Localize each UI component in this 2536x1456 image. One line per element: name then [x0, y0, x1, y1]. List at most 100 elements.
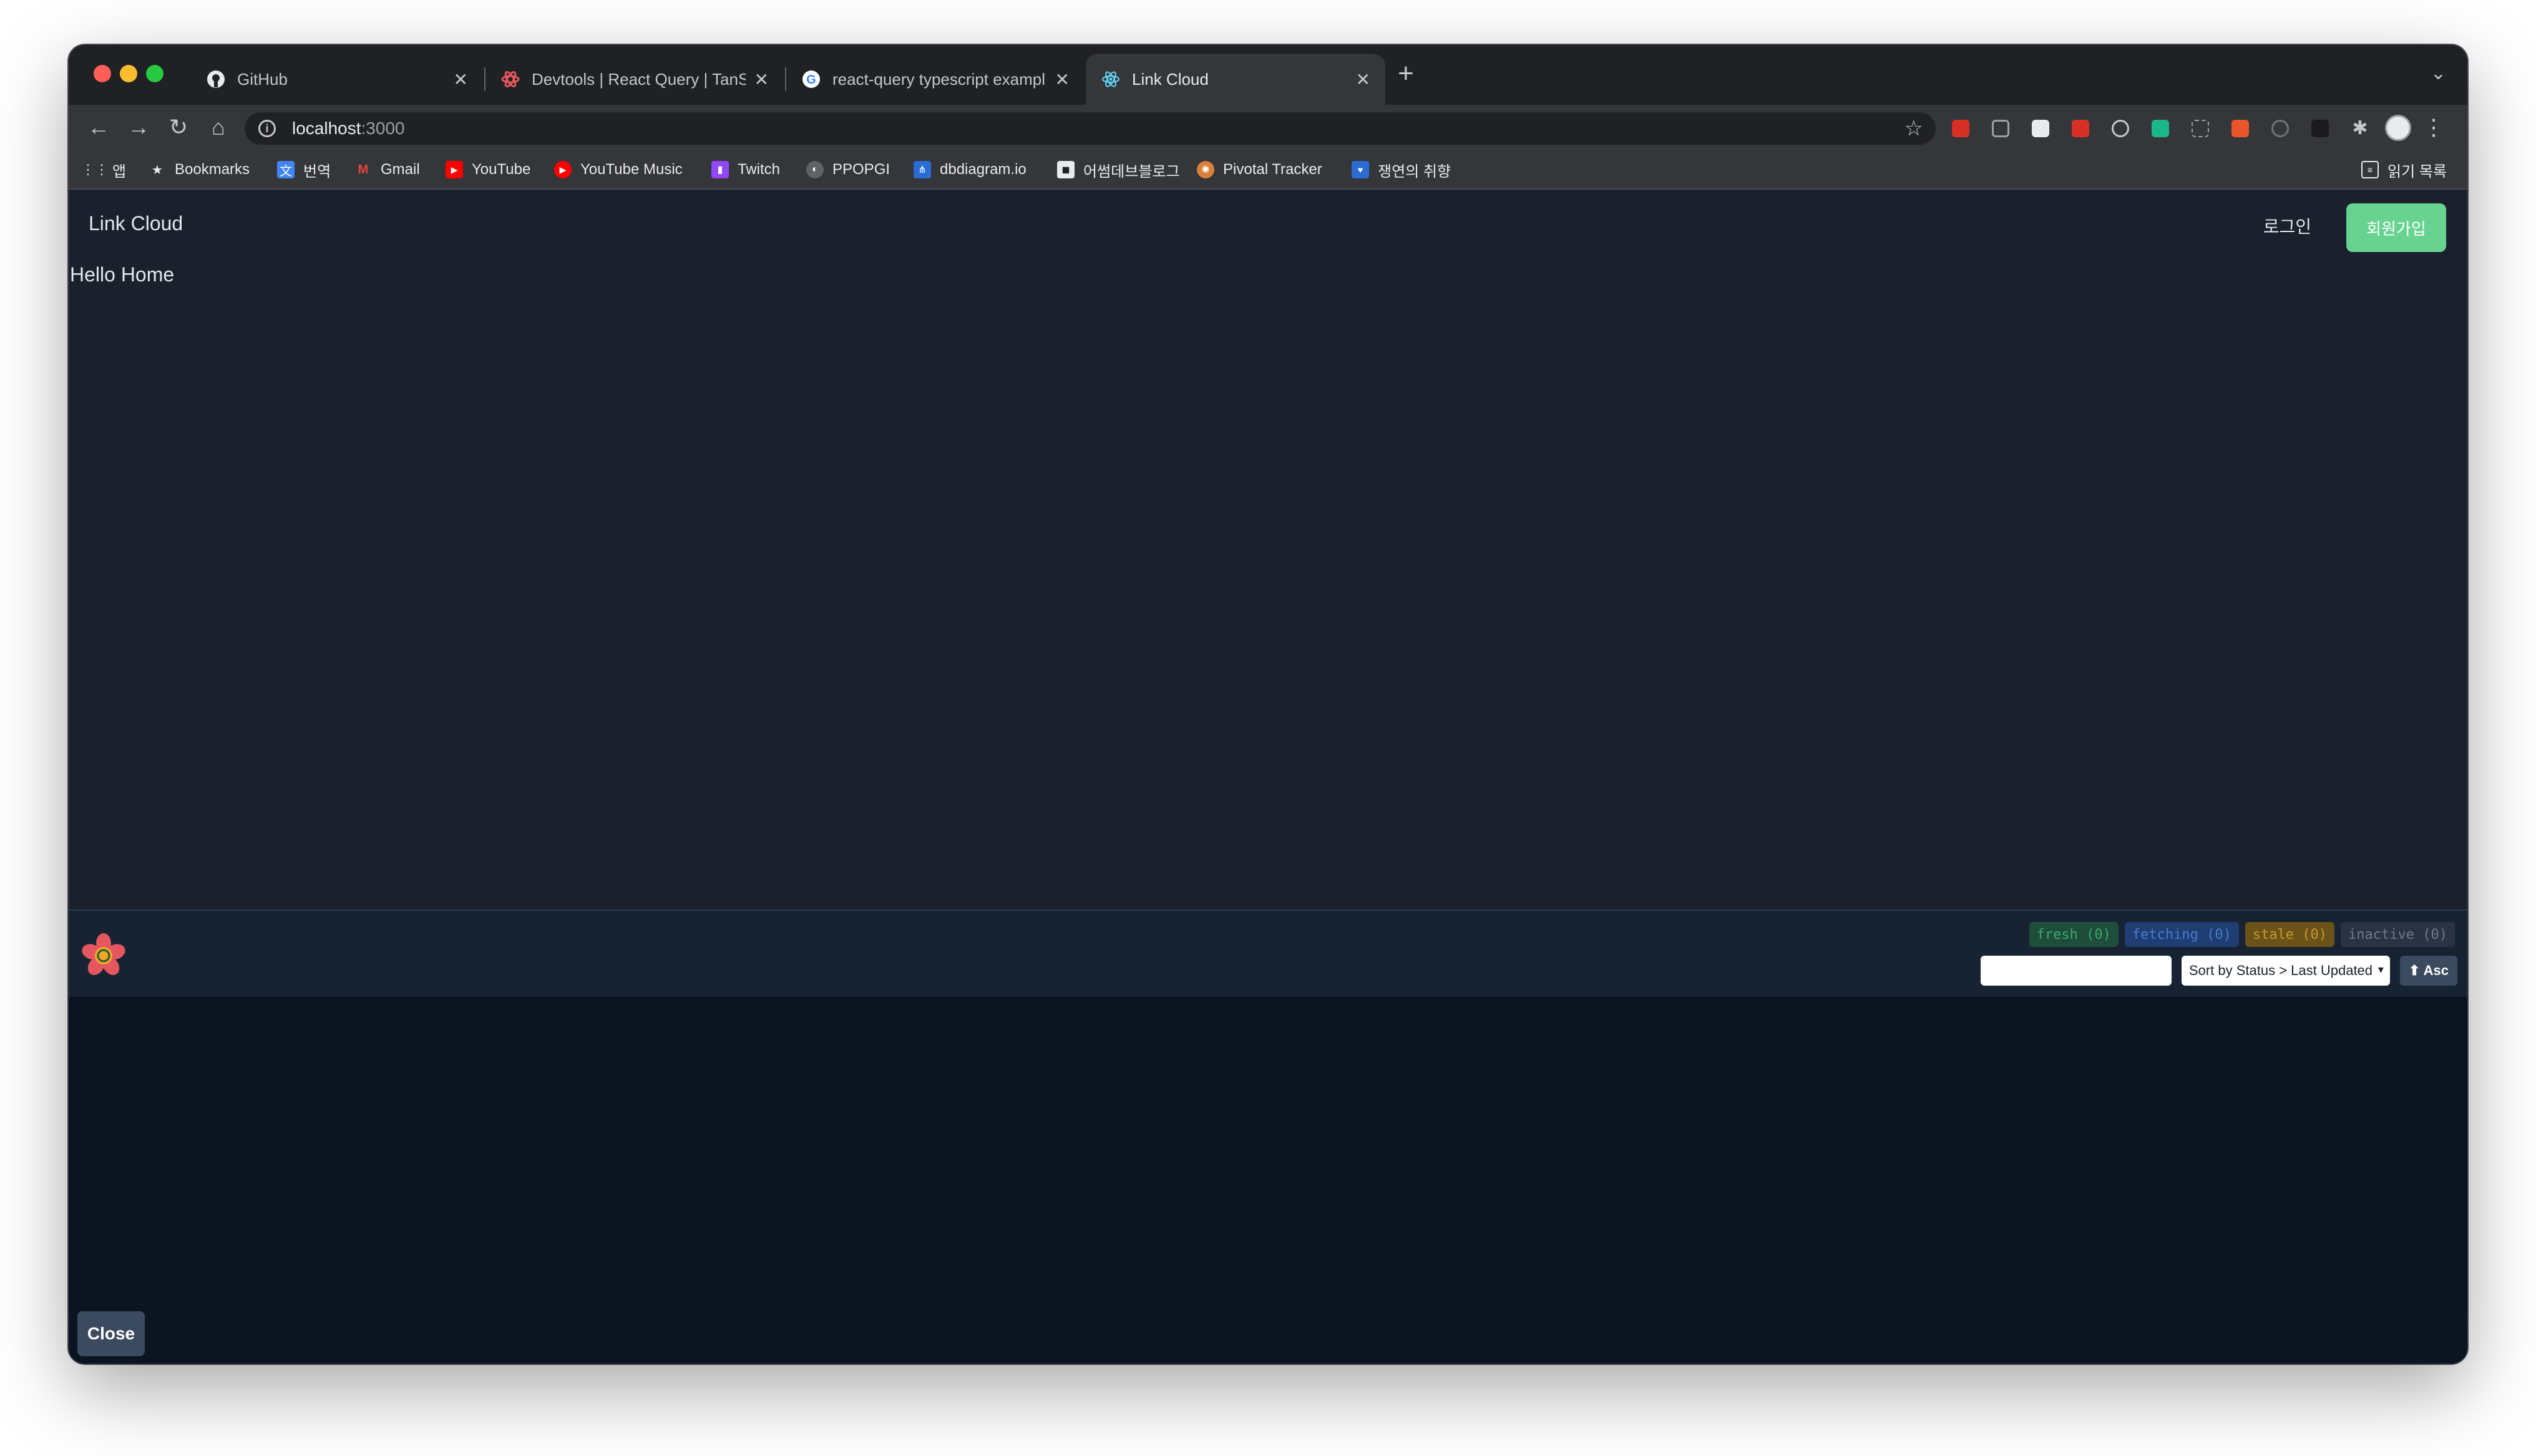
target-extension-icon[interactable]: [2112, 120, 2129, 137]
robot-extension-icon[interactable]: [2152, 120, 2169, 137]
fetching-count-badge: fetching (0): [2124, 922, 2239, 947]
browser-toolbar: ← → ↻ ⌂ i localhost:3000 ☆ ✱ ⋮: [69, 105, 2467, 151]
chevron-down-icon: ▾: [2378, 963, 2384, 976]
bookmark-youtube[interactable]: ▶ YouTube: [446, 158, 530, 181]
tab-title: Devtools | React Query | TanSt: [532, 69, 746, 89]
tab-search-chevron-icon[interactable]: ⌄: [2431, 62, 2446, 84]
bookmark-label: 쟁연의 취향: [1378, 163, 1451, 180]
react-query-logo-icon[interactable]: [79, 931, 129, 981]
tab-title: Link Cloud: [1132, 69, 1209, 89]
devtools-controls: Sort by Status > Last Updated ▾ ⬆ Asc: [1980, 956, 2457, 986]
sort-direction-button[interactable]: ⬆ Asc: [2399, 956, 2457, 986]
bookmark-label: Bookmarks: [175, 161, 250, 178]
apps-shortcut[interactable]: ⋮⋮ 앱: [81, 158, 126, 181]
bookmark-label: Gmail: [381, 161, 420, 178]
reload-button[interactable]: ↻: [165, 114, 192, 141]
signup-button[interactable]: 회원가입: [2346, 203, 2446, 252]
fresh-count-badge: fresh (0): [2029, 922, 2119, 947]
screenshot-extension-icon[interactable]: [2192, 120, 2209, 137]
tab-react-query-typescript[interactable]: G react-query typescript exampl ✕: [786, 54, 1085, 105]
gmail-icon: M: [358, 162, 369, 177]
sort-select[interactable]: Sort by Status > Last Updated ▾: [2181, 956, 2390, 986]
devtools-header: fresh (0) fetching (0) stale (0) inactiv…: [69, 911, 2467, 997]
stale-count-badge: stale (0): [2245, 922, 2335, 947]
bookmark-label: 읽기 목록: [2387, 163, 2447, 180]
bookmark-bookmarks[interactable]: ★ Bookmarks: [149, 158, 250, 181]
dbdiagram-icon: ⋔: [914, 161, 931, 178]
site-info-icon[interactable]: i: [258, 120, 276, 137]
translate-icon: 文: [277, 161, 295, 178]
close-window-button[interactable]: [94, 65, 111, 82]
query-status-badges: fresh (0) fetching (0) stale (0) inactiv…: [2029, 922, 2455, 947]
youtube-music-icon: ▶: [554, 161, 572, 178]
bookmark-dbdiagram[interactable]: ⋔ dbdiagram.io: [914, 158, 1027, 181]
back-button[interactable]: ←: [85, 114, 112, 141]
tab-github[interactable]: GitHub ✕: [191, 54, 483, 105]
close-tab-icon[interactable]: ✕: [454, 69, 468, 90]
browser-window: GitHub ✕ Devtools | React Query | TanSt …: [69, 45, 2467, 1364]
tab-title: GitHub: [237, 69, 288, 89]
forward-button[interactable]: →: [125, 114, 152, 141]
close-tab-icon[interactable]: ✕: [1356, 69, 1370, 90]
browser-menu-icon[interactable]: ⋮: [2422, 115, 2445, 140]
tab-devtools-react-query[interactable]: Devtools | React Query | TanSt ✕: [485, 54, 784, 105]
reading-list-icon: ≡: [2361, 161, 2379, 178]
bookmark-label: 어썸데브블로그: [1083, 163, 1180, 180]
close-tab-icon[interactable]: ✕: [754, 69, 769, 90]
close-devtools-button[interactable]: Close: [77, 1311, 145, 1356]
new-tab-button[interactable]: +: [1398, 60, 1414, 87]
tab-strip: GitHub ✕ Devtools | React Query | TanSt …: [69, 45, 2467, 105]
close-tab-icon[interactable]: ✕: [1055, 69, 1070, 90]
star-icon: ★: [152, 163, 163, 177]
url-port: :3000: [361, 119, 405, 138]
address-bar[interactable]: i localhost:3000 ☆: [245, 112, 1936, 145]
bookmark-awesome-dev-blog[interactable]: ◼ 어썸데브블로그: [1057, 158, 1180, 181]
github-icon: ◼: [1057, 161, 1075, 178]
reading-list[interactable]: ≡ 읽기 목록: [2361, 158, 2447, 181]
maximize-window-button[interactable]: [146, 65, 163, 82]
bookmarks-bar: ⋮⋮ 앱 ★ Bookmarks 文 번역 M Gmail ▶ YouTube …: [69, 151, 2467, 190]
gmail-extension-icon[interactable]: [1952, 120, 1969, 137]
info-extension-icon[interactable]: [2271, 120, 2289, 137]
youtube-icon: ▶: [446, 161, 463, 178]
ppopgi-icon: ◐: [806, 161, 824, 178]
bookmark-extension-icon[interactable]: [1992, 120, 2009, 137]
login-link[interactable]: 로그인: [2263, 213, 2311, 238]
url-host: localhost: [292, 119, 361, 138]
apps-grid-icon: ⋮⋮: [81, 162, 109, 177]
google-icon: G: [801, 69, 821, 89]
bookmark-ppopgi[interactable]: ◐ PPOPGI: [806, 158, 890, 181]
bookmark-label: Pivotal Tracker: [1223, 161, 1322, 178]
query-filter-input[interactable]: [1980, 956, 2172, 986]
tab-link-cloud[interactable]: Link Cloud ✕: [1086, 54, 1385, 105]
bookmark-label: YouTube: [472, 161, 531, 178]
bookmark-twitch[interactable]: ▮ Twitch: [711, 158, 780, 181]
mustache-extension-icon[interactable]: [2311, 120, 2329, 137]
minimize-window-button[interactable]: [120, 65, 137, 82]
bookmark-pivotal-tracker[interactable]: ✺ Pivotal Tracker: [1197, 158, 1322, 181]
app-navbar: Link Cloud 로그인 회원가입: [69, 190, 2467, 265]
youtube-extension-icon[interactable]: [2072, 120, 2089, 137]
svg-text:G: G: [806, 73, 816, 87]
pivotal-tracker-icon: ✺: [1197, 161, 1214, 178]
bookmark-label: YouTube Music: [580, 161, 683, 178]
twitch-icon: ▮: [711, 161, 729, 178]
home-button[interactable]: ⌂: [205, 114, 232, 141]
bookmark-label: Twitch: [738, 161, 781, 178]
notes-extension-icon[interactable]: [2032, 120, 2049, 137]
bookmark-label: dbdiagram.io: [940, 161, 1027, 178]
bookmark-translate[interactable]: 文 번역: [277, 158, 331, 181]
extensions-puzzle-icon[interactable]: ✱: [2351, 119, 2369, 138]
github-icon: [206, 69, 226, 89]
bookmark-gmail[interactable]: M Gmail: [354, 158, 420, 181]
bookmark-star-icon[interactable]: ☆: [1904, 116, 1923, 141]
tab-title: react-query typescript exampl: [832, 69, 1046, 89]
brand-logo-text[interactable]: Link Cloud: [89, 212, 183, 235]
fire-extension-icon[interactable]: [2231, 120, 2249, 137]
taste-icon: ♥: [1352, 161, 1369, 178]
page-content: Link Cloud 로그인 회원가입 Hello Home fresh (0)…: [69, 190, 2467, 1364]
react-query-devtools-panel: fresh (0) fetching (0) stale (0) inactiv…: [69, 910, 2467, 1364]
bookmark-taste[interactable]: ♥ 쟁연의 취향: [1352, 158, 1451, 181]
profile-avatar[interactable]: [2385, 115, 2411, 141]
bookmark-youtube-music[interactable]: ▶ YouTube Music: [554, 158, 683, 181]
